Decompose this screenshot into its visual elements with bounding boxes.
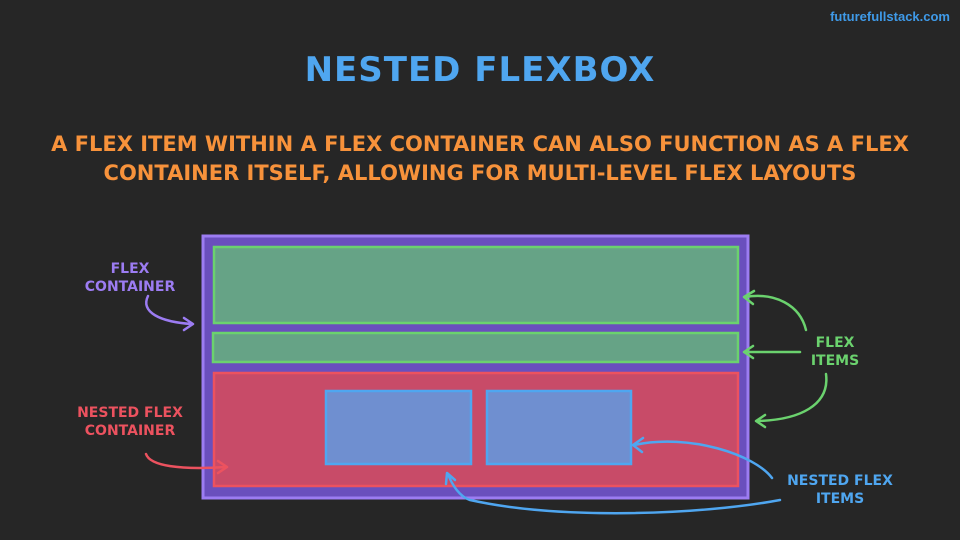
label-flex-container: FLEX CONTAINER — [70, 260, 190, 296]
label-nested-flex-container-line-1: NESTED FLEX — [77, 405, 183, 421]
nested-flex-container — [212, 371, 740, 488]
flex-item-2 — [211, 331, 740, 364]
label-nested-flex-container-line-2: CONTAINER — [84, 423, 176, 439]
arrow-flex-item-3 — [754, 372, 828, 429]
label-flex-container-line-1: FLEX — [110, 261, 150, 277]
label-flex-items: FLEX ITEMS — [790, 334, 880, 370]
nested-flex-item-2 — [485, 389, 633, 466]
arrow-flex-item-1 — [742, 289, 808, 332]
label-nested-flex-items-line-1: NESTED FLEX — [787, 473, 893, 489]
label-nested-flex-items: NESTED FLEX ITEMS — [765, 472, 915, 508]
label-flex-container-line-2: CONTAINER — [84, 279, 176, 295]
label-nested-flex-items-line-2: ITEMS — [815, 491, 865, 507]
label-flex-items-line-2: ITEMS — [810, 353, 860, 369]
label-nested-flex-container: NESTED FLEX CONTAINER — [60, 404, 200, 440]
arrow-flex-container — [145, 294, 195, 332]
label-flex-items-line-1: FLEX — [815, 335, 855, 351]
flex-item-1 — [212, 245, 740, 325]
nested-flex-item-1 — [324, 389, 473, 466]
